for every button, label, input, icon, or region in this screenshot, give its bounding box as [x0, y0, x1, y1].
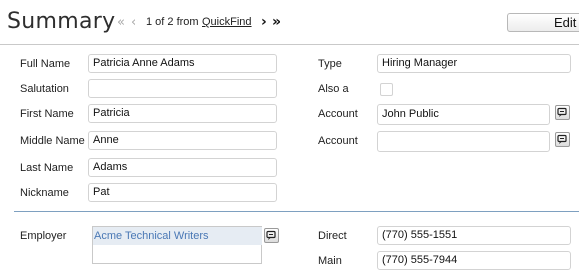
last-record-icon[interactable]: » — [272, 14, 281, 30]
direct-phone-field[interactable]: (770) 555-1551 — [377, 226, 571, 245]
edit-button-label: Edit — [554, 15, 577, 30]
first-record-icon[interactable]: « — [117, 15, 125, 30]
account-2-label: Account — [318, 135, 358, 147]
employer-lookup-icon[interactable] — [264, 228, 279, 243]
account-label: Account — [318, 108, 358, 120]
also-a-label: Also a — [318, 83, 349, 95]
section-divider — [14, 211, 579, 212]
account-field[interactable]: John Public — [377, 104, 550, 125]
account-2-field[interactable] — [377, 131, 550, 152]
main-phone-field[interactable]: (770) 555-7944 — [377, 251, 571, 270]
full-name-field[interactable]: Patricia Anne Adams — [88, 54, 277, 73]
first-name-label: First Name — [20, 108, 74, 120]
record-position: 1 of 2 from — [146, 16, 199, 28]
full-name-label: Full Name — [20, 58, 71, 70]
middle-name-field[interactable]: Anne — [88, 131, 277, 150]
page-title: Summary — [7, 9, 116, 34]
account-lookup-icon[interactable] — [555, 105, 570, 120]
direct-phone-label: Direct — [318, 230, 347, 242]
nickname-label: Nickname — [20, 187, 69, 199]
first-name-field[interactable]: Patricia — [88, 104, 277, 123]
header-bar: Summary « ‹ 1 of 2 from QuickFind › » Ed… — [0, 0, 579, 45]
account-2-lookup-icon[interactable] — [555, 132, 570, 147]
previous-record-icon[interactable]: ‹ — [131, 15, 136, 30]
salutation-field[interactable] — [88, 79, 277, 98]
employer-list-item[interactable]: Acme Technical Writers — [93, 227, 262, 245]
type-label: Type — [318, 58, 342, 70]
next-record-icon[interactable]: › — [261, 14, 267, 30]
quickfind-link[interactable]: QuickFind — [202, 16, 252, 28]
edit-button[interactable]: Edit — [507, 13, 579, 32]
also-a-checkbox[interactable] — [380, 83, 393, 96]
employer-label: Employer — [20, 230, 67, 242]
main-phone-label: Main — [318, 255, 342, 267]
middle-name-label: Middle Name — [20, 135, 85, 147]
last-name-field[interactable]: Adams — [88, 158, 277, 177]
salutation-label: Salutation — [20, 83, 69, 95]
last-name-label: Last Name — [20, 162, 74, 174]
type-field[interactable]: Hiring Manager — [377, 54, 571, 73]
employer-list[interactable]: Acme Technical Writers — [92, 226, 262, 264]
nickname-field[interactable]: Pat — [88, 183, 277, 202]
